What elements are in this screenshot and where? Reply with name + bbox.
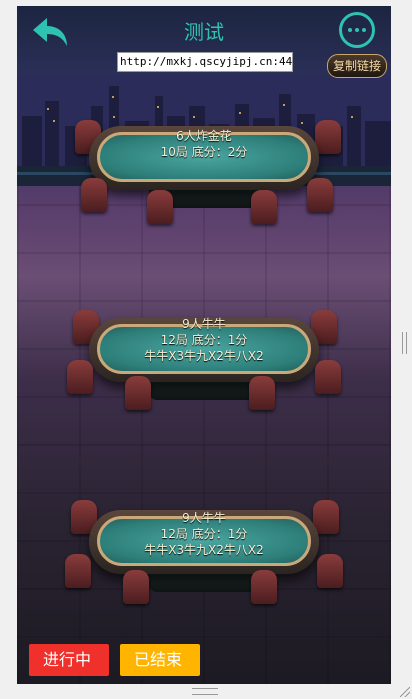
chair (67, 360, 93, 394)
room-info: 9人牛牛 12局 底分：1分 牛牛X3牛九X2牛八X2 (17, 510, 391, 558)
chair (251, 190, 277, 224)
chair (315, 360, 341, 394)
chair (81, 178, 107, 212)
bottom-tab-bar: 进行中 已结束 (17, 636, 391, 684)
chair (125, 376, 151, 410)
chair (147, 190, 173, 224)
header-bar: 测试 (17, 6, 391, 54)
room-rounds-base: 12局 底分：1分 (160, 527, 248, 541)
side-resize-grip[interactable] (402, 332, 407, 354)
chair (65, 554, 91, 588)
room-game: 9人牛牛 (182, 511, 226, 525)
page-title: 测试 (184, 20, 224, 44)
bottom-resize-handle[interactable] (192, 688, 218, 695)
room-game: 9人牛牛 (182, 317, 226, 331)
dot (348, 28, 352, 32)
copy-link-button[interactable]: 复制链接 (327, 54, 387, 78)
ended-tab-button[interactable]: 已结束 (120, 644, 200, 676)
chair (251, 570, 277, 604)
url-text-field[interactable]: http://mxkj.qscyjipj.cn:443/po (117, 52, 293, 72)
room-info: 6人炸金花 10局 底分：2分 (17, 128, 391, 160)
room-card-1[interactable]: 6人炸金花 10局 底分：2分 (17, 114, 391, 244)
corner-resize-icon[interactable] (400, 687, 410, 697)
more-dots-icon[interactable] (339, 12, 375, 48)
browser-frame: 测试 http://mxkj.qscyjipj.cn:443/po 复制链接 6… (0, 0, 412, 699)
app-screen: 测试 http://mxkj.qscyjipj.cn:443/po 复制链接 6… (17, 6, 391, 684)
ongoing-tab-button[interactable]: 进行中 (29, 644, 109, 676)
chair (307, 178, 333, 212)
dot (362, 28, 366, 32)
chair (317, 554, 343, 588)
room-rounds-base: 12局 底分：1分 (160, 333, 248, 347)
room-game: 6人炸金花 (176, 129, 232, 143)
room-card-2[interactable]: 9人牛牛 12局 底分：1分 牛牛X3牛九X2牛八X2 (17, 304, 391, 434)
dot (355, 28, 359, 32)
room-card-3[interactable]: 9人牛牛 12局 底分：1分 牛牛X3牛九X2牛八X2 (17, 496, 391, 626)
room-rounds-base: 10局 底分：2分 (160, 145, 248, 159)
chair (249, 376, 275, 410)
chair (123, 570, 149, 604)
room-info: 9人牛牛 12局 底分：1分 牛牛X3牛九X2牛八X2 (17, 316, 391, 364)
